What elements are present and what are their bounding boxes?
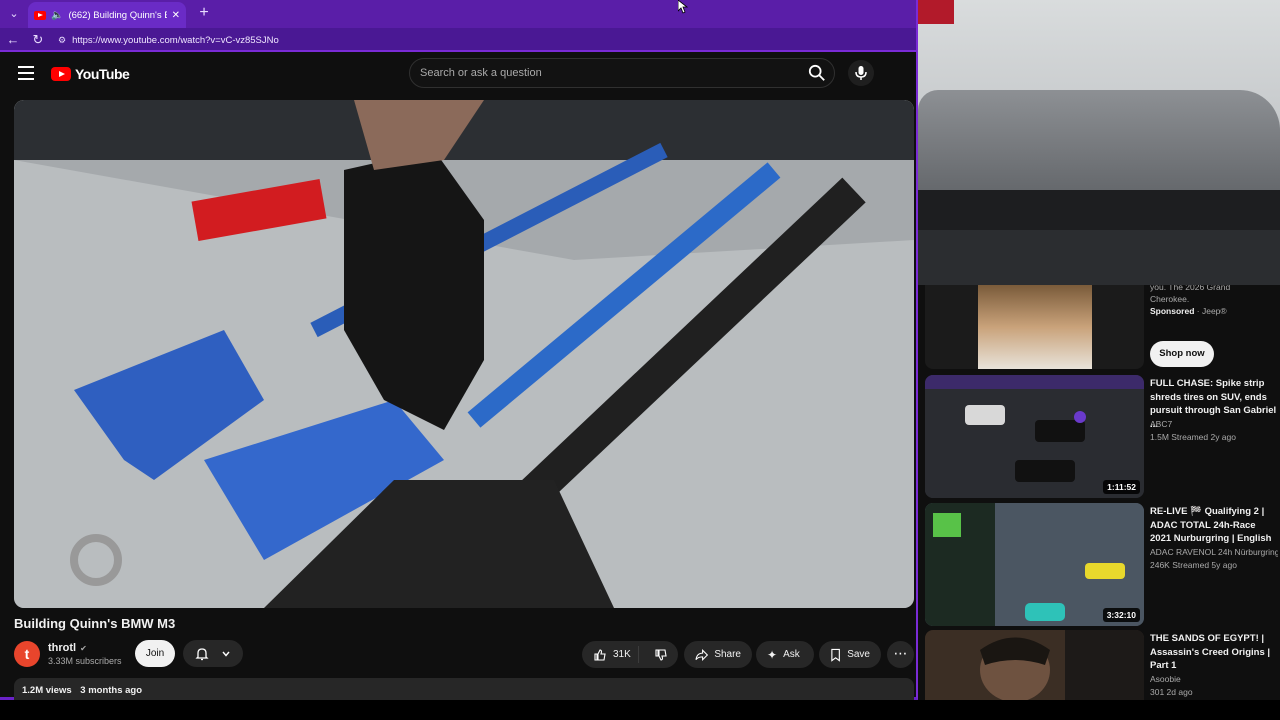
thumbs-up-icon bbox=[594, 648, 606, 661]
upload-age: 3 months ago bbox=[80, 685, 143, 696]
webcam-floor bbox=[918, 230, 1280, 285]
tab-list-chevron-icon[interactable]: ⌄ bbox=[4, 4, 24, 24]
bookmark-icon bbox=[831, 648, 840, 662]
list-item[interactable]: 1:11:52 FULL CHASE: Spike strip shreds t… bbox=[925, 375, 1276, 498]
ad-thumbnail[interactable] bbox=[925, 285, 1144, 369]
channel-avatar[interactable]: t bbox=[14, 641, 40, 667]
webcam-bed-frame bbox=[918, 190, 1280, 230]
channel-name[interactable]: Asoobie bbox=[1150, 674, 1278, 684]
subscribe-notification-button[interactable] bbox=[183, 640, 243, 667]
ad-sponsor: Sponsored · Jeep® bbox=[1150, 306, 1227, 316]
channel-name[interactable]: ADAC RAVENOL 24h Nürburgring bbox=[1150, 547, 1278, 557]
browser-window: ⌄ 🔈 (662) Building Quinn's BMW M3 ✕ + ← … bbox=[0, 0, 918, 700]
video-title[interactable]: RE-LIVE 🏁 Qualifying 2 | ADAC TOTAL 24h-… bbox=[1150, 505, 1278, 546]
save-button[interactable]: Save bbox=[819, 641, 881, 668]
youtube-logo-text: YouTube bbox=[75, 66, 130, 82]
youtube-logo[interactable]: YouTube bbox=[51, 66, 130, 82]
tab-title: (662) Building Quinn's BMW M3 bbox=[68, 9, 166, 21]
channel-name[interactable]: throtl bbox=[48, 642, 76, 654]
address-bar: ← ↻ ⚙ https://www.youtube.com/watch?v=vC… bbox=[0, 28, 916, 52]
video-meta: 301 2d ago bbox=[1150, 687, 1193, 697]
microphone-icon[interactable] bbox=[848, 60, 874, 86]
ask-button[interactable]: ✦ Ask bbox=[756, 641, 814, 668]
tab-active[interactable]: 🔈 (662) Building Quinn's BMW M3 ✕ bbox=[28, 2, 186, 28]
ad-image bbox=[978, 285, 1092, 369]
chevron-down-icon bbox=[222, 651, 230, 657]
ask-label: Ask bbox=[783, 649, 800, 660]
video-title: Building Quinn's BMW M3 bbox=[14, 616, 176, 631]
webcam-overlay bbox=[918, 0, 1280, 285]
dislike-button[interactable] bbox=[645, 648, 678, 662]
share-label: Share bbox=[714, 649, 741, 660]
list-item[interactable]: THE SANDS OF EGYPT! | Assassin's Creed O… bbox=[925, 630, 1273, 700]
video-duration: 3:32:10 bbox=[1102, 608, 1140, 622]
video-thumbnail[interactable]: 3:32:10 bbox=[925, 503, 1144, 626]
video-meta: 246K Streamed 5y ago bbox=[1150, 560, 1237, 570]
hamburger-menu-icon[interactable] bbox=[18, 66, 34, 80]
back-arrow-icon[interactable]: ← bbox=[4, 31, 22, 49]
youtube-play-logo-icon bbox=[51, 67, 71, 81]
bell-icon bbox=[195, 647, 209, 660]
join-button[interactable]: Join bbox=[135, 640, 175, 667]
search-icon[interactable] bbox=[808, 64, 826, 82]
search-input[interactable] bbox=[410, 59, 800, 87]
shop-now-button[interactable]: Shop now bbox=[1150, 341, 1214, 367]
search-box bbox=[409, 58, 835, 88]
tab-strip: ⌄ 🔈 (662) Building Quinn's BMW M3 ✕ + bbox=[0, 0, 916, 28]
video-duration: 1:11:52 bbox=[1103, 480, 1140, 494]
new-tab-plus-icon[interactable]: + bbox=[196, 4, 212, 22]
more-options-icon[interactable]: ⋯ bbox=[887, 641, 914, 668]
save-label: Save bbox=[847, 649, 870, 660]
like-button[interactable]: 31K bbox=[582, 646, 639, 663]
video-player[interactable] bbox=[14, 100, 914, 608]
recommendations-sidebar: you. The 2026 Grand Cherokee. Sponsored … bbox=[918, 285, 1280, 700]
like-dislike-group: 31K bbox=[582, 641, 678, 668]
share-button[interactable]: Share bbox=[684, 641, 752, 668]
thumbnail-image bbox=[925, 630, 1144, 700]
mouse-cursor-icon bbox=[678, 0, 688, 14]
video-title[interactable]: THE SANDS OF EGYPT! | Assassin's Creed O… bbox=[1150, 632, 1278, 673]
video-thumbnail[interactable]: 1:11:52 bbox=[925, 375, 1144, 498]
ad-description: you. The 2026 Grand Cherokee. bbox=[1150, 285, 1231, 304]
channel-name-row[interactable]: throtl ✔ bbox=[48, 642, 87, 654]
site-info-icon[interactable]: ⚙ bbox=[58, 35, 66, 46]
youtube-header: YouTube bbox=[0, 54, 916, 94]
close-icon[interactable]: ✕ bbox=[172, 10, 180, 21]
reload-icon[interactable]: ↻ bbox=[29, 31, 47, 49]
share-arrow-icon bbox=[695, 648, 709, 661]
verified-check-icon: ✔ bbox=[80, 643, 87, 653]
screen-bottom-band bbox=[0, 700, 1280, 720]
subscriber-count: 3.33M subscribers bbox=[48, 656, 122, 666]
list-item[interactable]: 3:32:10 RE-LIVE 🏁 Qualifying 2 | ADAC TO… bbox=[925, 503, 1278, 626]
like-count: 31K bbox=[613, 649, 631, 660]
sparkle-icon: ✦ bbox=[767, 647, 778, 662]
url-field[interactable]: ⚙ https://www.youtube.com/watch?v=vC-vz8… bbox=[52, 31, 912, 49]
thumbs-down-icon bbox=[655, 648, 667, 661]
speaker-icon[interactable]: 🔈 bbox=[51, 10, 63, 21]
youtube-favicon-icon bbox=[34, 10, 46, 20]
video-thumbnail[interactable] bbox=[925, 630, 1144, 700]
description-box[interactable]: 1.2M views 3 months ago bbox=[14, 678, 914, 700]
webcam-red-object bbox=[918, 0, 954, 24]
channel-name[interactable]: ABC7 bbox=[1150, 419, 1278, 429]
video-meta: 1.5M Streamed 2y ago bbox=[1150, 432, 1236, 442]
url-text: https://www.youtube.com/watch?v=vC-vz85S… bbox=[72, 34, 279, 46]
video-frame bbox=[14, 100, 914, 608]
view-count: 1.2M views bbox=[22, 685, 72, 696]
